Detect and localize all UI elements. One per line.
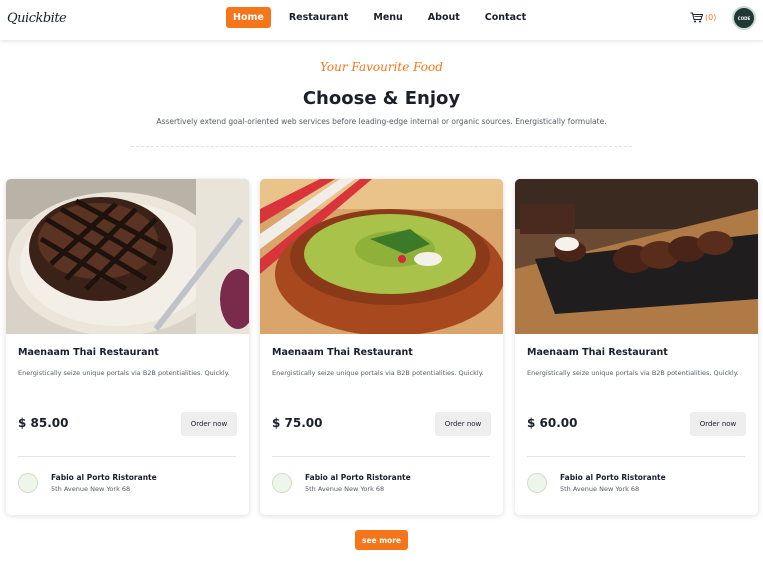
logo-text: Quickbite — [7, 11, 67, 26]
logo[interactable]: Quickbite — [7, 11, 67, 26]
card-divider — [527, 456, 745, 457]
order-now-button[interactable]: Order now — [181, 412, 237, 436]
card-price: $ 85.00 — [18, 416, 69, 430]
cart-button[interactable]: (0) — [690, 12, 716, 23]
card-description: Energistically seize unique portals via … — [18, 369, 230, 377]
nav-about[interactable]: About — [421, 7, 467, 28]
main-nav: Home Restaurant Menu About Contact — [226, 7, 544, 28]
food-image — [260, 179, 503, 334]
food-card[interactable]: Maenaam Thai Restaurant Energistically s… — [515, 179, 758, 515]
cart-icon — [690, 12, 703, 23]
card-title[interactable]: Maenaam Thai Restaurant — [527, 347, 668, 358]
food-image — [515, 179, 758, 334]
food-card[interactable]: Maenaam Thai Restaurant Energistically s… — [6, 179, 249, 515]
order-now-button[interactable]: Order now — [690, 412, 746, 436]
avatar[interactable]: CODE — [732, 6, 756, 30]
top-navbar: Quickbite Home Restaurant Menu About Con… — [0, 0, 763, 40]
venue-name[interactable]: Fabio al Porto Ristorante — [560, 473, 666, 482]
card-description: Energistically seize unique portals via … — [527, 369, 739, 377]
venue-address: 5th Avenue New York 68 — [51, 485, 131, 493]
card-price: $ 60.00 — [527, 416, 578, 430]
card-title[interactable]: Maenaam Thai Restaurant — [18, 347, 159, 358]
nav-restaurant[interactable]: Restaurant — [282, 7, 356, 28]
section-description: Assertively extend goal-oriented web ser… — [156, 117, 607, 126]
nav-home[interactable]: Home — [226, 7, 271, 28]
food-card[interactable]: Maenaam Thai Restaurant Energistically s… — [260, 179, 503, 515]
section-subtitle: Your Favourite Food — [320, 60, 443, 74]
avatar-label: CODE — [737, 15, 751, 21]
card-divider — [272, 456, 490, 457]
venue-logo-icon — [18, 473, 38, 493]
venue-name[interactable]: Fabio al Porto Ristorante — [305, 473, 411, 482]
order-now-button[interactable]: Order now — [435, 412, 491, 436]
section-divider — [131, 146, 632, 147]
venue-address: 5th Avenue New York 68 — [560, 485, 640, 493]
section-title: Choose & Enjoy — [302, 88, 461, 109]
venue-logo-icon — [272, 473, 292, 493]
nav-menu[interactable]: Menu — [366, 7, 409, 28]
cart-count: (0) — [705, 13, 717, 22]
venue-logo-icon — [527, 473, 547, 493]
card-title[interactable]: Maenaam Thai Restaurant — [272, 347, 413, 358]
venue-address: 5th Avenue New York 68 — [305, 485, 385, 493]
card-description: Energistically seize unique portals via … — [272, 369, 484, 377]
card-price: $ 75.00 — [272, 416, 323, 430]
venue-name[interactable]: Fabio al Porto Ristorante — [51, 473, 157, 482]
see-more-button[interactable]: see more — [355, 530, 408, 550]
nav-contact[interactable]: Contact — [478, 7, 533, 28]
card-divider — [18, 456, 236, 457]
food-image — [6, 179, 249, 334]
